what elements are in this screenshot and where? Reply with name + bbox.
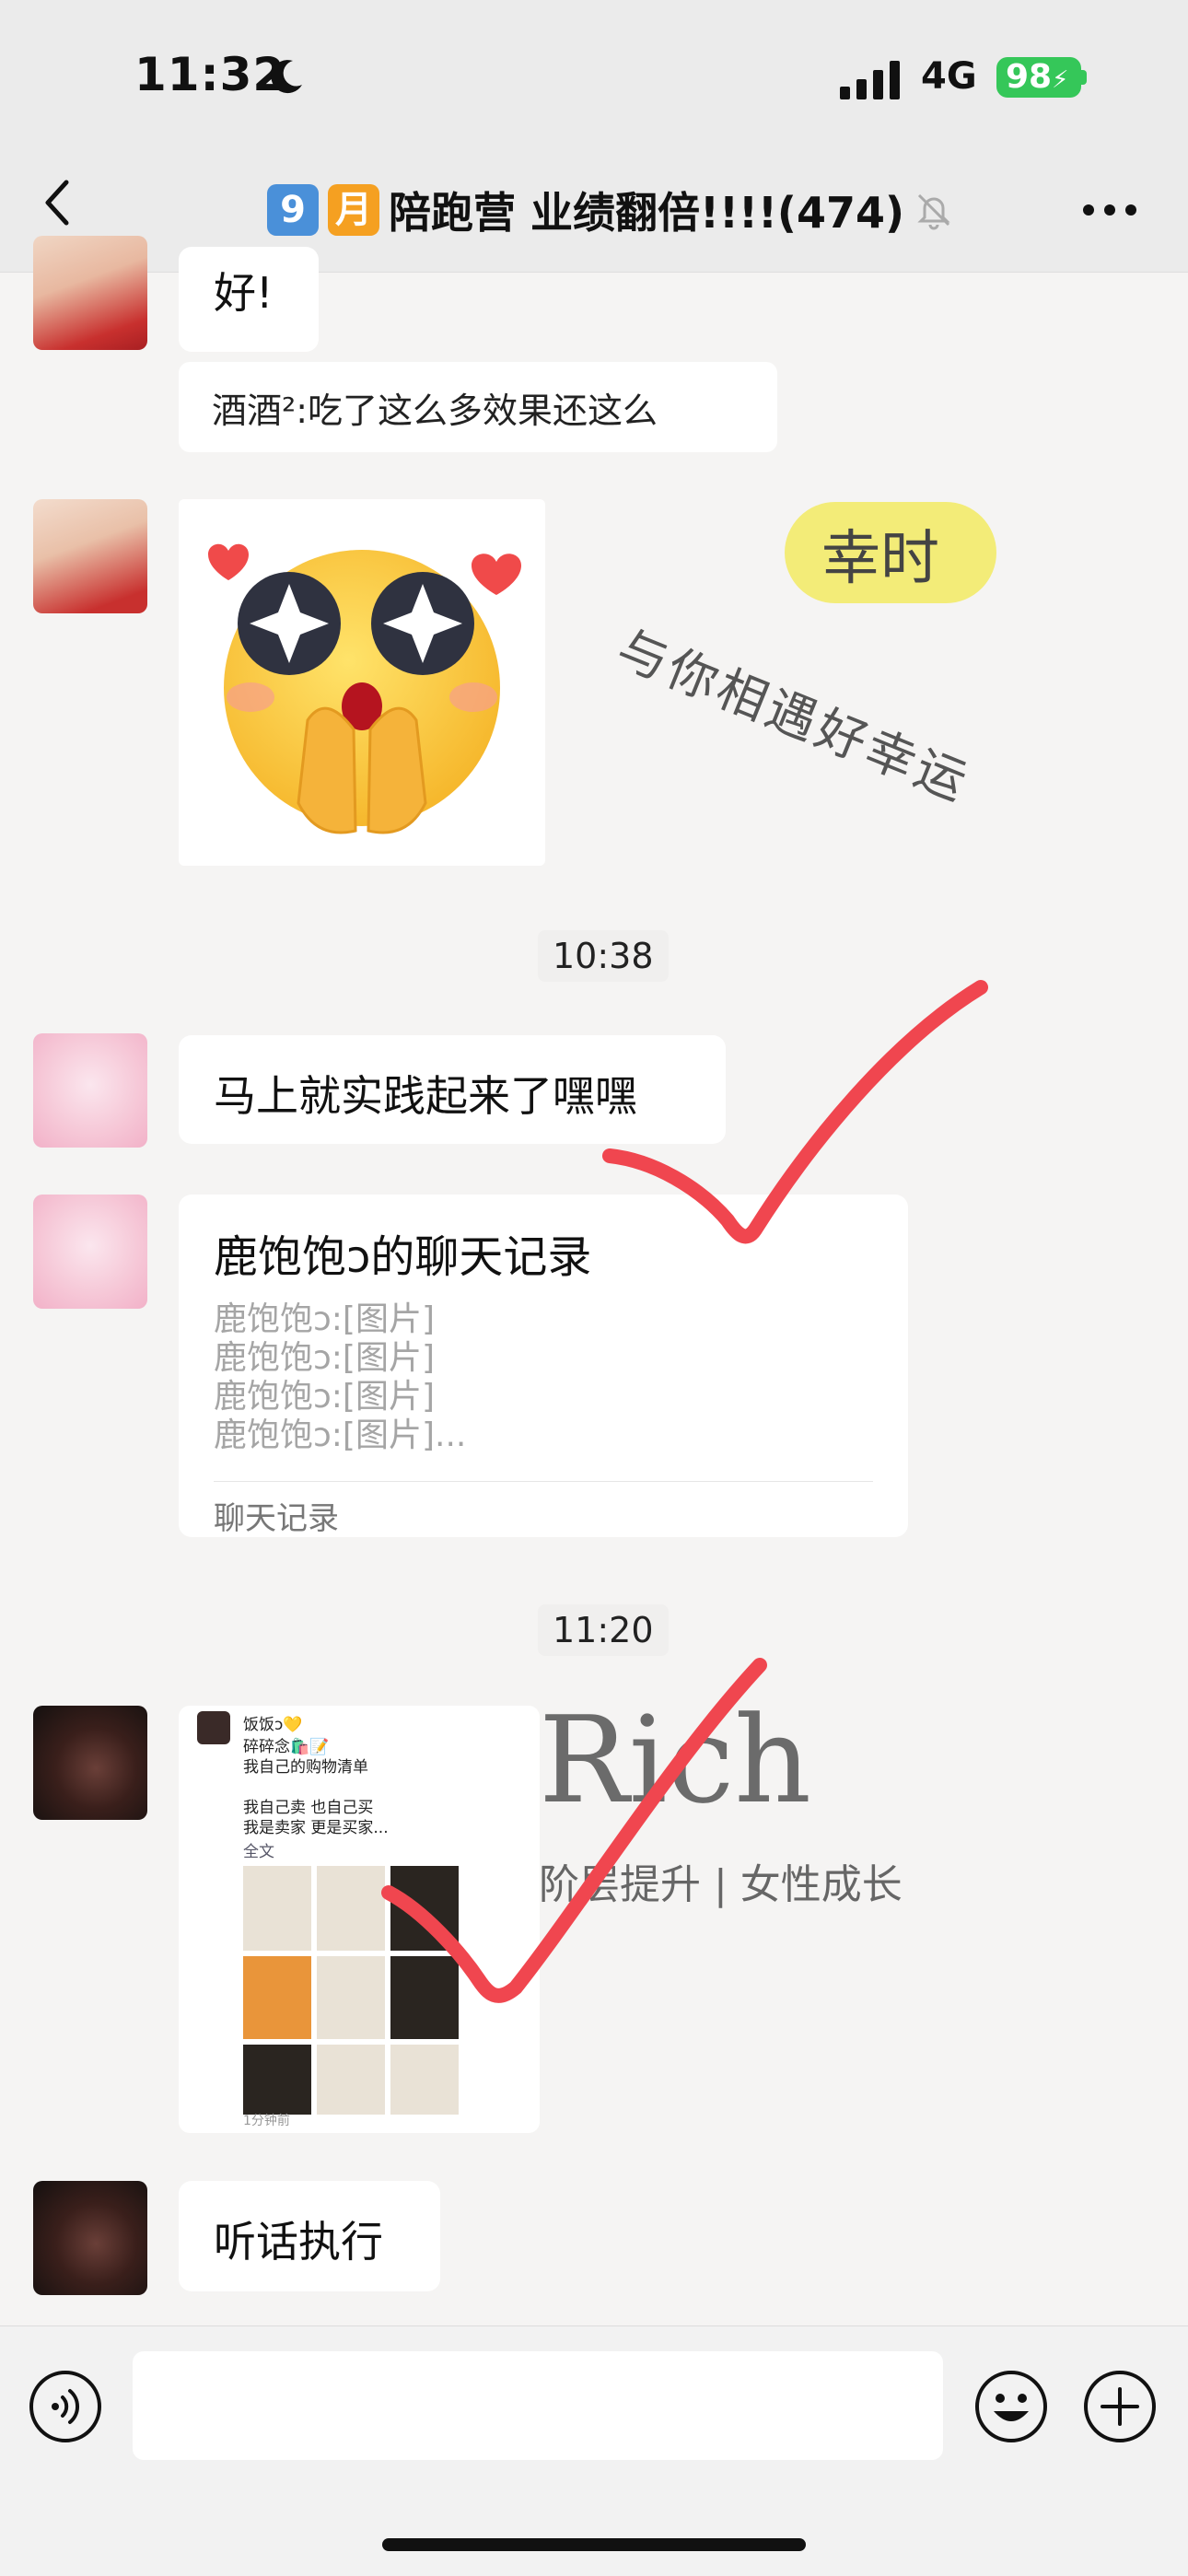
bg-curved-text: 与你相遇好幸运 (609, 619, 978, 813)
avatar[interactable] (33, 1033, 147, 1148)
mute-bell-icon (917, 193, 950, 230)
battery-nub (1081, 70, 1087, 85)
chat-title[interactable]: 9 月 陪跑营 业绩翻倍!!!!(474) (267, 177, 954, 243)
avatar[interactable] (33, 1706, 147, 1820)
signal-icon (840, 61, 900, 99)
check-mark-icon (381, 1658, 767, 2003)
message-input[interactable] (133, 2351, 943, 2460)
battery-indicator: 98⚡ (996, 57, 1081, 98)
check-mark-icon (602, 980, 988, 1244)
post-username: 饭饭ↄ💛 (243, 1716, 303, 1734)
message-bubble[interactable]: 好! (179, 247, 319, 352)
record-title: 鹿饱饱ↄ的聊天记录 (214, 1231, 592, 1283)
divider (214, 1481, 873, 1482)
post-more-link: 全文 (243, 1843, 274, 1861)
post-avatar (197, 1711, 230, 1744)
record-footer: 聊天记录 (214, 1500, 339, 1537)
post-image (243, 1866, 311, 1951)
post-text: 我是卖家 更是买家... (243, 1819, 389, 1837)
quoted-message[interactable]: 酒酒²:吃了这么多效果还这么 (179, 362, 777, 452)
starry-eyes-emoji-icon (208, 543, 521, 834)
battery-level: 98 (1006, 58, 1053, 96)
post-time: 1分钟前 (243, 2114, 290, 2128)
bg-badge-text: 幸时 (821, 525, 939, 593)
network-type: 4G (921, 55, 977, 98)
emoji-month: 月 (328, 184, 379, 236)
avatar[interactable] (33, 2181, 147, 2295)
post-image (243, 1956, 311, 2039)
voice-icon[interactable] (28, 2369, 103, 2444)
record-line: 鹿饱饱ↄ:[图片]... (214, 1416, 467, 1454)
more-options-icon[interactable] (1077, 182, 1142, 238)
emoji-keycap-9: 9 (267, 184, 319, 236)
add-plus-icon[interactable] (1082, 2369, 1158, 2444)
avatar[interactable] (33, 236, 147, 350)
group-name: 陪跑营 业绩翻倍!!!!(474) (389, 188, 904, 238)
post-image (390, 2045, 459, 2115)
avatar[interactable] (33, 499, 147, 613)
charging-icon: ⚡ (1052, 66, 1069, 94)
moon-icon (271, 60, 302, 94)
post-image (317, 2045, 385, 2115)
message-bubble[interactable]: 听话执行 (179, 2181, 440, 2291)
back-arrow-icon[interactable] (37, 175, 83, 230)
post-text: 我自己的购物清单 (243, 1758, 368, 1777)
home-indicator (382, 2538, 806, 2551)
emoji-icon[interactable] (973, 2369, 1049, 2444)
sticker-message[interactable] (179, 499, 545, 866)
avatar[interactable] (33, 1195, 147, 1309)
status-time: 11:32 (134, 48, 286, 101)
post-image (243, 2045, 311, 2115)
